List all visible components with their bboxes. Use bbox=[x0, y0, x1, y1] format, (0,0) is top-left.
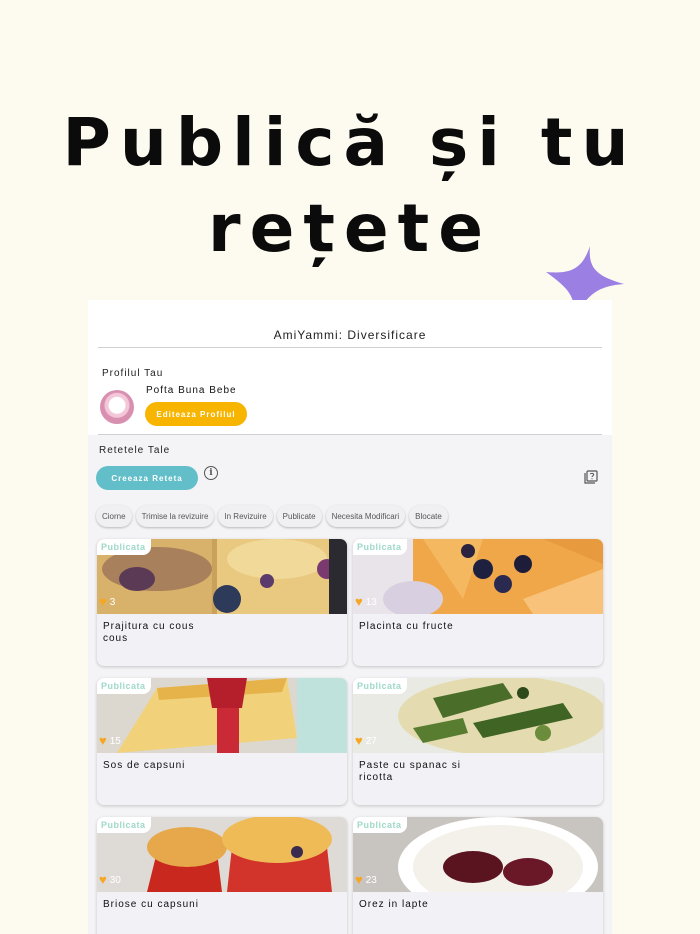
likes-count: ♥ 27 bbox=[355, 734, 377, 747]
status-badge: Publicata bbox=[353, 539, 407, 555]
heart-icon[interactable]: ♥ bbox=[355, 734, 363, 747]
profile-name: Pofta Buna Bebe bbox=[146, 385, 237, 396]
heart-icon[interactable]: ♥ bbox=[355, 595, 363, 608]
recipe-title: Paste cu spanac si ricotta bbox=[359, 760, 461, 783]
likes-count: ♥ 23 bbox=[355, 873, 377, 886]
help-book-icon[interactable] bbox=[584, 470, 598, 484]
recipe-card[interactable]: Publicata ♥ 23 Orez in lapte bbox=[353, 817, 603, 934]
filter-chip-submitted[interactable]: Trimise la revizuire bbox=[135, 505, 215, 527]
filter-chip-in-review[interactable]: In Revizuire bbox=[218, 505, 273, 527]
likes-value: 15 bbox=[109, 735, 121, 747]
avatar[interactable] bbox=[100, 390, 134, 424]
profile-heading: Profilul Tau bbox=[102, 368, 164, 379]
filter-chip-drafts[interactable]: Ciorne bbox=[96, 505, 132, 527]
status-badge: Publicata bbox=[97, 539, 151, 555]
recipe-title: Sos de capsuni bbox=[103, 760, 186, 771]
status-badge: Publicata bbox=[353, 678, 407, 694]
likes-value: 23 bbox=[365, 874, 377, 886]
likes-count: ♥ 3 bbox=[99, 595, 116, 608]
recipe-card[interactable]: Publicata ♥ 30 Briose cu capsuni bbox=[97, 817, 347, 934]
likes-value: 3 bbox=[109, 596, 116, 608]
filter-chip-published[interactable]: Publicate bbox=[276, 505, 322, 527]
status-badge: Publicata bbox=[97, 678, 151, 694]
app-screen: AmiYammi: Diversificare Profilul Tau Pof… bbox=[88, 300, 612, 934]
likes-count: ♥ 30 bbox=[99, 873, 121, 886]
status-badge: Publicata bbox=[97, 817, 151, 833]
create-recipe-button[interactable]: Creeaza Reteta bbox=[96, 466, 198, 490]
recipe-title: Prajitura cu cous cous bbox=[103, 621, 195, 644]
recipe-title: Placinta cu fructe bbox=[359, 621, 454, 632]
recipe-title: Briose cu capsuni bbox=[103, 899, 199, 910]
info-icon[interactable]: i bbox=[204, 466, 218, 480]
edit-profile-button[interactable]: Editeaza Profilul bbox=[145, 402, 247, 426]
likes-count: ♥ 13 bbox=[355, 595, 377, 608]
app-title: AmiYammi: Diversificare bbox=[273, 328, 427, 342]
filter-chip-needs-changes[interactable]: Necesita Modificari bbox=[325, 505, 406, 527]
recipes-heading: Retetele Tale bbox=[99, 445, 171, 456]
divider bbox=[98, 434, 602, 435]
recipe-card[interactable]: Publicata ♥ 27 Paste cu spanac si ricott… bbox=[353, 678, 603, 805]
recipe-card[interactable]: Publicata ♥ 13 Placinta cu fructe bbox=[353, 539, 603, 666]
heart-icon[interactable]: ♥ bbox=[355, 873, 363, 886]
headline-line-1: Publică și tu bbox=[62, 104, 638, 181]
profile-section: Profilul Tau Pofta Buna Bebe Editeaza Pr… bbox=[88, 348, 612, 435]
recipe-card[interactable]: Publicata ♥ 15 Sos de capsuni bbox=[97, 678, 347, 805]
likes-count: ♥ 15 bbox=[99, 734, 121, 747]
app-bar: AmiYammi: Diversificare bbox=[88, 300, 612, 348]
likes-value: 27 bbox=[365, 735, 377, 747]
recipe-title: Orez in lapte bbox=[359, 899, 429, 910]
heart-icon[interactable]: ♥ bbox=[99, 734, 107, 747]
likes-value: 30 bbox=[109, 874, 121, 886]
heart-icon[interactable]: ♥ bbox=[99, 595, 107, 608]
status-badge: Publicata bbox=[353, 817, 407, 833]
status-filter-chips: Ciorne Trimise la revizuire In Revizuire… bbox=[96, 505, 448, 527]
filter-chip-blocked[interactable]: Blocate bbox=[409, 505, 448, 527]
likes-value: 13 bbox=[365, 596, 377, 608]
heart-icon[interactable]: ♥ bbox=[99, 873, 107, 886]
recipe-card[interactable]: Publicata ♥ 3 Prajitura cu cous cous bbox=[97, 539, 347, 666]
